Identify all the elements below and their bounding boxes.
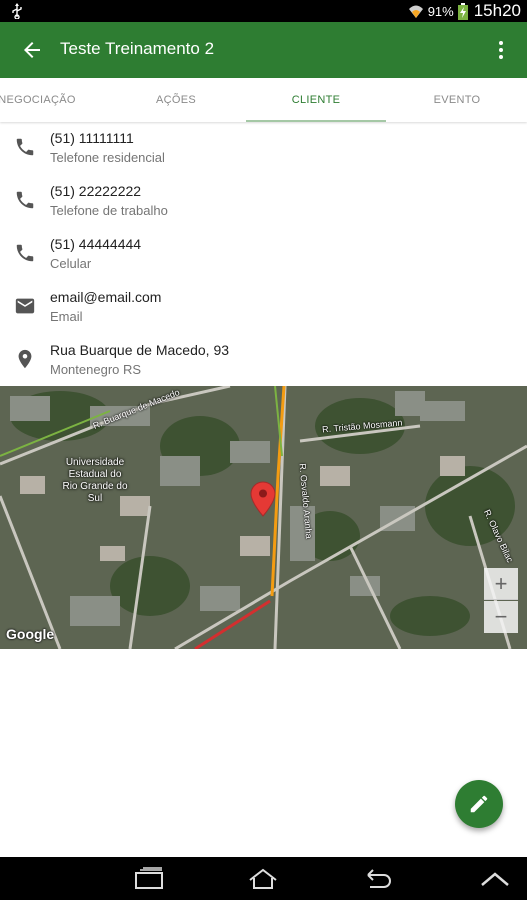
contact-value: (51) 44444444: [50, 236, 142, 252]
contact-value: Rua Buarque de Macedo, 93: [50, 342, 230, 358]
contact-row-mobile[interactable]: (51) 44444444 Celular: [0, 228, 527, 281]
contact-value: (51) 22222222: [50, 183, 142, 199]
edit-icon: [470, 795, 488, 813]
tab-acoes[interactable]: AÇÕES: [106, 78, 246, 122]
page-title: Teste Treinamento 2: [60, 39, 215, 58]
contact-row-address[interactable]: Rua Buarque de Macedo, 93 Montenegro RS: [0, 334, 527, 387]
clock: 15h20: [473, 1, 521, 20]
contact-type: Montenegro RS: [50, 362, 142, 377]
google-attribution: Google: [6, 626, 55, 642]
zoom-in-button[interactable]: +: [484, 568, 518, 600]
app-bar: Teste Treinamento 2: [0, 22, 527, 78]
contact-type: Telefone residencial: [50, 150, 165, 165]
back-icon[interactable]: [360, 867, 394, 891]
contact-row-work-phone[interactable]: (51) 22222222 Telefone de trabalho: [0, 175, 527, 228]
tab-bar: NEGOCIAÇÃO AÇÕES CLIENTE EVENTO: [0, 78, 527, 122]
status-bar: 91% 15h20: [0, 0, 527, 22]
battery-percent: 91%: [427, 3, 454, 19]
contact-type: Telefone de trabalho: [50, 203, 168, 218]
contact-row-email[interactable]: email@email.com Email: [0, 281, 527, 334]
map-view[interactable]: R. Buarque de Macedo R. Tristão Mosmann …: [0, 386, 527, 649]
contact-value: (51) 11111111: [50, 130, 134, 146]
tab-negociacao[interactable]: NEGOCIAÇÃO: [0, 78, 107, 122]
more-vert-icon[interactable]: [489, 38, 513, 62]
location-marker-icon[interactable]: [250, 481, 276, 517]
zoom-out-button[interactable]: −: [484, 601, 518, 633]
tab-evento[interactable]: EVENTO: [387, 78, 527, 122]
chevron-up-icon[interactable]: [478, 867, 512, 891]
contact-type: Email: [50, 309, 83, 324]
contact-type: Celular: [50, 256, 92, 271]
tab-label: AÇÕES: [155, 94, 196, 106]
contact-value: email@email.com: [50, 289, 162, 305]
tab-label: CLIENTE: [291, 94, 341, 106]
system-nav-bar: [0, 857, 527, 900]
arrow-back-icon[interactable]: [20, 38, 44, 62]
edit-fab-button[interactable]: [455, 780, 503, 828]
zoom-out-icon: −: [494, 604, 508, 629]
poi-label: Universidade Estadual do Rio Grande do S…: [62, 457, 128, 504]
email-icon: [15, 298, 35, 314]
contact-row-home-phone[interactable]: (51) 11111111 Telefone residencial: [0, 122, 527, 175]
phone-icon: [16, 244, 34, 262]
battery-charging-icon: [457, 2, 468, 20]
usb-icon: [12, 3, 22, 19]
satellite-imagery: [0, 386, 527, 649]
phone-icon: [16, 138, 34, 156]
phone-icon: [16, 191, 34, 209]
zoom-in-icon: +: [494, 570, 508, 596]
home-icon[interactable]: [246, 867, 280, 891]
location-icon: [18, 349, 32, 369]
tab-cliente[interactable]: CLIENTE: [246, 78, 386, 122]
tab-label: NEGOCIAÇÃO: [0, 94, 76, 106]
wifi-icon: [408, 5, 423, 18]
recent-apps-icon[interactable]: [132, 867, 166, 891]
tab-label: EVENTO: [433, 94, 481, 106]
